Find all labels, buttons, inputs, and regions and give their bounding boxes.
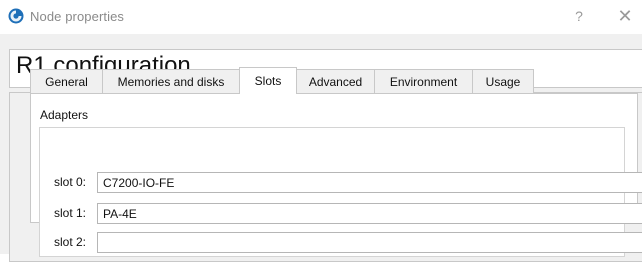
slot-row: slot 2: — [54, 232, 642, 253]
slot-row: slot 0: C7200-IO-FE — [54, 172, 642, 193]
window-title: Node properties — [30, 9, 124, 24]
close-button[interactable]: ✕ — [616, 6, 634, 26]
slot-label: slot 2: — [54, 235, 87, 249]
tab-label: Usage — [485, 74, 521, 89]
slot-value: PA-4E — [103, 207, 137, 221]
tab-slots[interactable]: Slots — [239, 67, 297, 94]
slot-label: slot 0: — [54, 175, 87, 189]
tab-memories-and-disks[interactable]: Memories and disks — [102, 69, 240, 93]
tab-label: Advanced — [308, 74, 363, 89]
tab-label: General — [45, 74, 88, 89]
tab-label: Slots — [254, 74, 282, 88]
tab-label: Environment — [389, 74, 458, 89]
tab-general[interactable]: General — [30, 69, 103, 93]
tab-label: Memories and disks — [117, 74, 225, 89]
slot-2-select[interactable] — [97, 232, 642, 253]
adapters-group-label: Adapters — [40, 108, 89, 122]
tab-bar: General Memories and disks Slots Advance… — [30, 67, 534, 94]
slot-label: slot 1: — [54, 206, 87, 220]
tab-usage[interactable]: Usage — [472, 69, 534, 93]
help-button[interactable]: ? — [571, 7, 587, 25]
title-bar: Node properties ? ✕ — [0, 0, 642, 34]
tab-environment[interactable]: Environment — [374, 69, 473, 93]
slot-value: C7200-IO-FE — [103, 176, 175, 190]
slot-1-select[interactable]: PA-4E — [97, 203, 642, 224]
slot-row: slot 1: PA-4E — [54, 203, 642, 224]
tab-advanced[interactable]: Advanced — [296, 69, 375, 93]
gns3-app-icon — [8, 8, 24, 24]
slot-0-select[interactable]: C7200-IO-FE — [97, 172, 642, 193]
